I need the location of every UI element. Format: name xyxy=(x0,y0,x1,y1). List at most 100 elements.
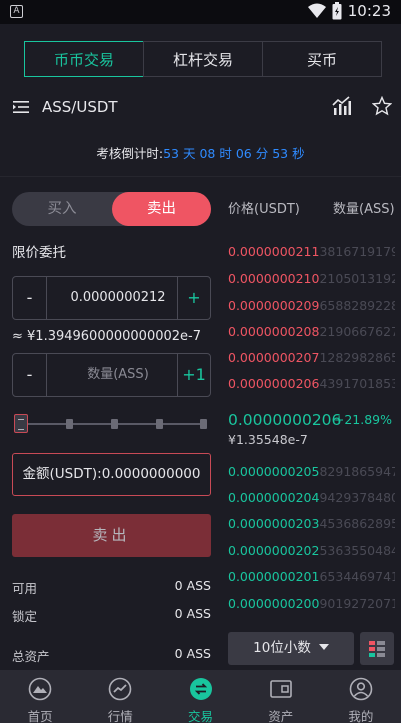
bid-price: 0.0000000204 xyxy=(228,490,320,505)
bid-qty: 90192720710 xyxy=(319,596,395,611)
quantity-input[interactable]: 数量(ASS) xyxy=(47,354,189,396)
balance-value: 0 ASS xyxy=(174,606,211,621)
nav-label: 交易 xyxy=(188,709,214,723)
bid-qty: 65344697411 xyxy=(319,569,395,584)
ask-qty: 65882892282 xyxy=(319,298,395,313)
orderbook-price-header: 价格(USDT) xyxy=(228,202,300,217)
nav-home[interactable]: 首页 xyxy=(0,670,80,723)
bid-price: 0.0000000201 xyxy=(228,569,320,584)
slider-stop-25[interactable] xyxy=(66,419,73,429)
orderbook-qty-header: 数量(ASS) xyxy=(333,202,395,217)
pair-header: ASS/USDT xyxy=(0,92,401,124)
balance-label: 锁定 xyxy=(12,609,38,624)
buy-sell-toggle: 买入 卖出 xyxy=(12,192,211,226)
ask-price: 0.0000000206 xyxy=(228,376,320,391)
kline-chart-icon[interactable] xyxy=(332,96,352,116)
ask-row[interactable]: 0.000000020643917018530 xyxy=(228,376,395,392)
trend-chart-icon xyxy=(108,677,132,701)
quantity-decrease-button[interactable]: - xyxy=(13,354,47,396)
ask-row[interactable]: 0.000000020965882892282 xyxy=(228,298,395,314)
nav-label: 资产 xyxy=(268,709,294,723)
decimals-label: 10位小数 xyxy=(253,640,311,656)
quantity-stepper: - 数量(ASS) +1 xyxy=(12,353,211,397)
ask-row[interactable]: 0.000000020712829828658 xyxy=(228,350,395,366)
price-input[interactable]: 0.0000000212 xyxy=(47,277,189,319)
bid-qty: 53635504843 xyxy=(319,543,395,558)
orderbook-layout-icon xyxy=(369,641,385,657)
bid-row[interactable]: 0.000000020253635504843 xyxy=(228,543,395,559)
caret-down-icon xyxy=(318,644,329,650)
countdown-seconds: 53 xyxy=(272,146,289,161)
bid-row[interactable]: 0.000000020090192720710 xyxy=(228,596,395,612)
trade-mode-tabs: 币币交易 杠杆交易 买币 xyxy=(24,41,382,77)
ask-qty: 43917018530 xyxy=(319,376,395,391)
countdown-hours-unit: 时 xyxy=(219,146,232,161)
bid-row[interactable]: 0.000000020345368628950 xyxy=(228,516,395,532)
bid-price: 0.0000000202 xyxy=(228,543,320,558)
battery-icon xyxy=(332,2,342,20)
decimals-dropdown[interactable]: 10位小数 xyxy=(228,632,354,665)
balance-value: 0 ASS xyxy=(174,578,211,593)
bid-row[interactable]: 0.000000020494293784805 xyxy=(228,490,395,506)
mountain-icon xyxy=(28,677,52,701)
app-notification-icon: A xyxy=(10,5,23,18)
slider-handle[interactable] xyxy=(14,414,28,433)
pair-menu-icon[interactable] xyxy=(12,98,30,116)
ask-price: 0.0000000210 xyxy=(228,271,320,286)
bid-price: 0.0000000205 xyxy=(228,464,320,479)
slider-stop-100[interactable] xyxy=(200,419,207,429)
wifi-icon xyxy=(307,3,326,18)
user-icon xyxy=(349,677,373,701)
price-change-percent: +21.89% xyxy=(333,412,392,427)
countdown-days-unit: 天 xyxy=(182,146,196,161)
ask-row[interactable]: 0.000000021138167191793 xyxy=(228,244,395,260)
bid-price: 0.0000000203 xyxy=(228,516,320,531)
sell-tab[interactable]: 卖出 xyxy=(112,192,211,226)
nav-trade[interactable]: 交易 xyxy=(160,670,240,723)
favorite-star-icon[interactable] xyxy=(372,96,392,116)
bid-row[interactable]: 0.000000020582918659470 xyxy=(228,464,395,480)
quantity-increase-button[interactable]: +1 xyxy=(177,354,210,396)
exchange-icon xyxy=(189,678,212,700)
wallet-icon xyxy=(269,680,292,698)
pair-title[interactable]: ASS/USDT xyxy=(42,98,118,116)
price-cny-estimate: ≈ ¥1.3949600000000002e-7 xyxy=(12,329,201,344)
ask-price: 0.0000000211 xyxy=(228,244,320,259)
ask-row[interactable]: 0.000000020821906676278 xyxy=(228,324,395,340)
nav-profile[interactable]: 我的 xyxy=(321,670,401,723)
orderbook-layout-button[interactable] xyxy=(360,632,394,665)
bid-price: 0.0000000200 xyxy=(228,596,320,611)
bid-qty: 45368628950 xyxy=(319,516,395,531)
nav-market[interactable]: 行情 xyxy=(80,670,160,723)
bid-row[interactable]: 0.000000020165344697411 xyxy=(228,569,395,585)
nav-label: 我的 xyxy=(348,709,374,723)
balance-value: 0 ASS xyxy=(174,646,211,661)
ask-qty: 12829828658 xyxy=(319,350,395,365)
ask-price: 0.0000000208 xyxy=(228,324,320,339)
price-decrease-button[interactable]: - xyxy=(13,277,47,319)
ask-row[interactable]: 0.000000021021050131920 xyxy=(228,271,395,287)
price-increase-button[interactable]: + xyxy=(177,277,210,319)
bottom-nav: 首页 行情 交易 资产 我的 xyxy=(0,670,401,723)
last-price-cny: ¥1.35548e-7 xyxy=(228,432,308,447)
slider-stop-50[interactable] xyxy=(111,419,118,429)
countdown-hours: 08 xyxy=(199,146,216,161)
ask-price: 0.0000000209 xyxy=(228,298,320,313)
countdown-minutes-unit: 分 xyxy=(255,146,269,161)
order-type-label[interactable]: 限价委托 xyxy=(12,241,66,261)
buy-tab[interactable]: 买入 xyxy=(12,192,112,226)
nav-label: 行情 xyxy=(107,709,133,723)
tab-buy-crypto[interactable]: 买币 xyxy=(262,41,382,77)
ask-qty: 38167191793 xyxy=(319,244,395,259)
quantity-percent-slider[interactable] xyxy=(14,412,210,436)
sell-submit-button[interactable]: 卖出 xyxy=(12,514,211,557)
nav-assets[interactable]: 资产 xyxy=(241,670,321,723)
countdown-label: 考核倒计时: xyxy=(96,146,164,161)
amount-field[interactable]: 金额(USDT):0.0000000000 xyxy=(12,453,211,496)
balance-label: 总资产 xyxy=(12,649,50,664)
slider-stop-75[interactable] xyxy=(156,419,163,429)
tab-spot-trading[interactable]: 币币交易 xyxy=(24,41,144,77)
balance-available-row: 可用 0 ASS xyxy=(12,578,211,597)
ask-qty: 21906676278 xyxy=(319,324,395,339)
tab-margin-trading[interactable]: 杠杆交易 xyxy=(143,41,263,77)
